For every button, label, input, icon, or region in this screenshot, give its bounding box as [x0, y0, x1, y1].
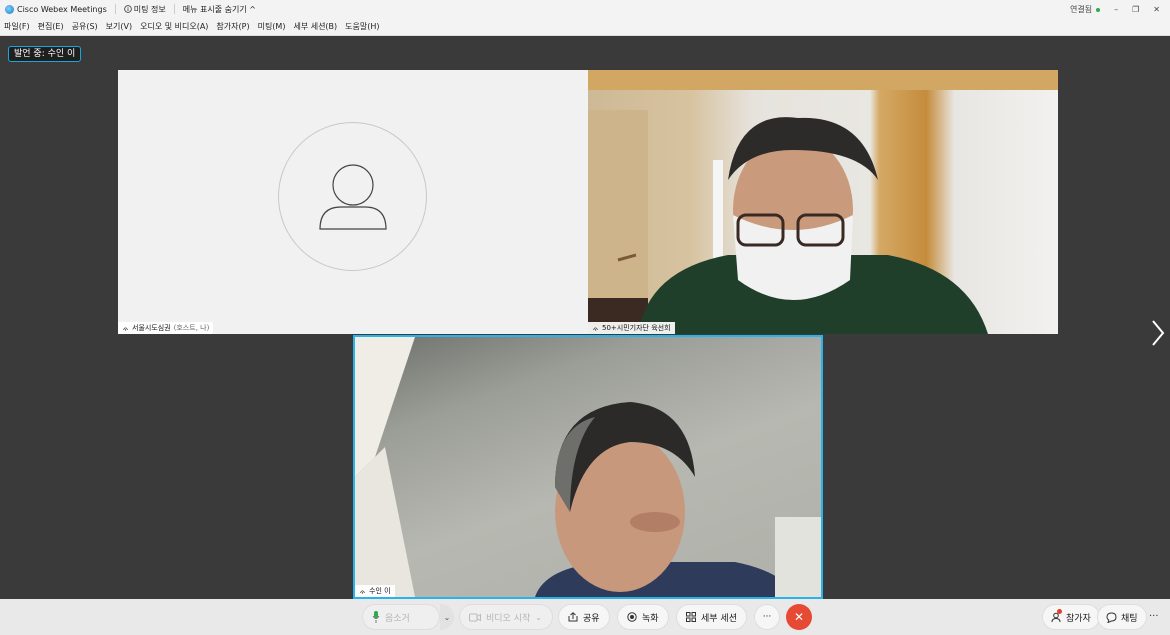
participants-label: 참가자: [1066, 613, 1091, 624]
meeting-info-label: 미팅 정보: [133, 4, 166, 14]
menu-bar: 파일(F) 편집(E) 공유(S) 보기(V) 오디오 및 비디오(A) 참가자…: [0, 18, 1170, 36]
menu-audio-video[interactable]: 오디오 및 비디오(A): [140, 21, 208, 32]
share-button[interactable]: 공유: [558, 604, 610, 630]
menu-breakout[interactable]: 세부 세션(B): [293, 21, 337, 32]
video-tile-participant-1[interactable]: 50+시민기자단 육선희: [588, 70, 1058, 334]
menu-share[interactable]: 공유(S): [72, 21, 98, 32]
app-title: Cisco Webex Meetings: [0, 4, 107, 14]
more-right-button[interactable]: ···: [1149, 611, 1159, 622]
control-bar: 음소거 ⌄ 비디오 시작 ⌄ 공유 녹화 세부 세션 ··· ✕ 참가자 채팅 …: [0, 599, 1170, 635]
app-title-text: Cisco Webex Meetings: [17, 4, 107, 14]
host-name: 서울시도심권: [132, 324, 171, 332]
video-tile-host[interactable]: 서울시도심권 (호스트, 나): [118, 70, 588, 334]
video-stage: 발언 중: 수인 이 서울시도심권 (호스트, 나) 50+시민기자단 육선희 …: [0, 37, 1170, 599]
info-icon: [123, 5, 132, 13]
avatar: [278, 122, 427, 271]
audio-icon: [593, 326, 598, 331]
chat-button[interactable]: 채팅: [1097, 604, 1147, 630]
maximize-button[interactable]: ❐: [1132, 5, 1139, 14]
webex-logo-icon: [5, 4, 14, 14]
end-meeting-button[interactable]: ✕: [786, 604, 812, 630]
connected-dot-icon: [1096, 7, 1101, 12]
notification-dot-icon: [1057, 609, 1062, 614]
name-tag-participant-2: 수인 이: [355, 585, 395, 597]
video-camera-icon: [469, 613, 481, 621]
active-speaker-label: 발언 중: 수인 이: [8, 46, 82, 62]
participants-button[interactable]: 참가자: [1042, 604, 1100, 630]
title-bar: Cisco Webex Meetings 미팅 정보 메뉴 표시줄 숨기기 ^ …: [0, 0, 1170, 18]
record-label: 녹화: [642, 613, 659, 624]
close-window-button[interactable]: ✕: [1153, 5, 1160, 14]
record-button[interactable]: 녹화: [617, 604, 669, 630]
connection-status: 연결됨: [1070, 4, 1101, 15]
menu-help[interactable]: 도움말(H): [345, 21, 379, 32]
chat-label: 채팅: [1121, 613, 1138, 624]
participant-1-name: 50+시민기자단 육선희: [602, 324, 671, 332]
start-video-button[interactable]: 비디오 시작 ⌄: [459, 604, 553, 630]
menu-meeting[interactable]: 미팅(M): [258, 21, 286, 32]
chat-icon: [1106, 611, 1117, 623]
meeting-info-button[interactable]: 미팅 정보: [123, 4, 166, 15]
menu-file[interactable]: 파일(F): [4, 21, 30, 32]
title-separator: [114, 4, 116, 14]
share-icon: [568, 612, 578, 622]
breakout-session-button[interactable]: 세부 세션: [676, 604, 747, 630]
video-tile-participant-2[interactable]: 수인 이: [353, 335, 823, 599]
audio-icon: [360, 589, 365, 594]
share-label: 공유: [583, 613, 600, 624]
chevron-right-icon[interactable]: [1150, 319, 1166, 347]
name-tag-host: 서울시도심권 (호스트, 나): [118, 322, 214, 334]
title-separator: [173, 4, 175, 14]
breakout-label: 세부 세션: [701, 613, 737, 624]
more-options-button[interactable]: ···: [754, 604, 780, 630]
name-tag-participant-1: 50+시민기자단 육선희: [588, 322, 675, 334]
minimize-button[interactable]: –: [1114, 5, 1118, 14]
menu-edit[interactable]: 편집(E): [38, 21, 64, 32]
menu-participants[interactable]: 참가자(P): [216, 21, 249, 32]
mute-button[interactable]: 음소거: [362, 604, 440, 630]
close-icon: ✕: [793, 610, 805, 624]
breakout-grid-icon: [686, 612, 696, 622]
hide-menu-button[interactable]: 메뉴 표시줄 숨기기 ^: [183, 4, 256, 15]
microphone-icon: [372, 611, 380, 623]
audio-icon: [123, 326, 128, 331]
participant-2-name: 수인 이: [369, 587, 391, 595]
video-options-chevron-icon[interactable]: ⌄: [535, 613, 542, 622]
title-right-group: 연결됨 – ❐ ✕: [1070, 4, 1170, 15]
camera-feed-image: [588, 70, 1058, 334]
audio-options-chevron-icon[interactable]: ⌄: [440, 604, 454, 630]
record-icon: [627, 612, 637, 622]
video-label: 비디오 시작: [486, 613, 531, 624]
camera-feed-image: [355, 337, 821, 597]
menu-view[interactable]: 보기(V): [106, 21, 132, 32]
user-avatar-icon: [319, 164, 387, 230]
host-role: (호스트, 나): [173, 324, 210, 332]
more-options-icon: ···: [762, 612, 772, 622]
mute-label: 음소거: [385, 613, 410, 624]
